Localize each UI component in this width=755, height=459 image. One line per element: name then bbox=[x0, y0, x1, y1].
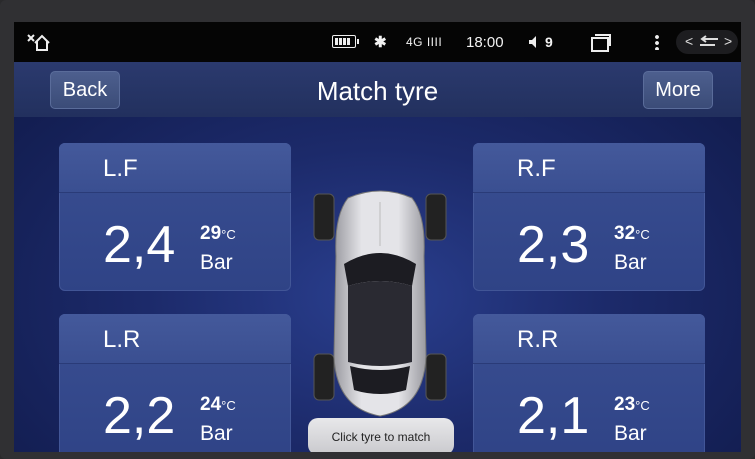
tyre-card-left-rear[interactable]: L.R 2,2 24°C Bar bbox=[59, 314, 291, 452]
tyre-card-right-rear[interactable]: R.R 2,1 23°C Bar bbox=[473, 314, 705, 452]
tyre-card-header bbox=[473, 314, 705, 364]
tyre-card-header bbox=[59, 143, 291, 193]
recent-apps-icon[interactable] bbox=[591, 34, 611, 52]
more-vert-icon[interactable] bbox=[655, 34, 659, 50]
title-bar: Back Match tyre More bbox=[14, 62, 741, 117]
tyre-pressure: 2,4 bbox=[103, 216, 176, 274]
tyre-card-left-front[interactable]: L.F 2,4 29°C Bar bbox=[59, 143, 291, 291]
car-rear-window bbox=[350, 366, 410, 394]
tyre-card-header bbox=[473, 143, 705, 193]
tyre-pressure: 2,2 bbox=[103, 387, 176, 445]
network-status: 4G IIII bbox=[406, 35, 443, 49]
click-tyre-to-match-button[interactable]: Click tyre to match bbox=[308, 418, 454, 452]
car-roof bbox=[348, 281, 412, 366]
tyre-temperature: 24°C bbox=[200, 394, 236, 415]
tyre-card-header bbox=[59, 314, 291, 364]
more-button[interactable]: More bbox=[643, 71, 713, 109]
device-frame: ✱ 4G IIII 18:00 9 < > Back Match tyre Mo… bbox=[0, 0, 755, 459]
page-title: Match tyre bbox=[316, 76, 439, 106]
home-close-icon[interactable] bbox=[26, 32, 50, 52]
tyre-front-left[interactable] bbox=[313, 193, 335, 241]
nav-pill: < > bbox=[676, 30, 738, 54]
car-top-view-image bbox=[313, 190, 447, 417]
pressure-unit: Bar bbox=[200, 422, 233, 445]
clock: 18:00 bbox=[466, 33, 504, 51]
battery-icon bbox=[332, 35, 359, 48]
nav-left-label[interactable]: < bbox=[685, 33, 693, 49]
volume-icon[interactable] bbox=[528, 22, 542, 62]
tyre-rear-left[interactable] bbox=[313, 353, 335, 401]
tyre-temperature: 23°C bbox=[614, 394, 650, 415]
return-icon[interactable] bbox=[698, 35, 720, 49]
tyre-card-right-front[interactable]: R.F 2,3 32°C Bar bbox=[473, 143, 705, 291]
tpms-app: Back Match tyre More L.F 2,4 29°C Bar R.… bbox=[14, 62, 741, 452]
tyre-position: R.R bbox=[517, 326, 559, 353]
pressure-unit: Bar bbox=[200, 251, 233, 274]
screen: ✱ 4G IIII 18:00 9 < > Back Match tyre Mo… bbox=[14, 22, 741, 452]
tyre-position: L.F bbox=[103, 155, 138, 182]
tyre-position: L.R bbox=[103, 326, 141, 353]
tyre-pressure: 2,3 bbox=[517, 216, 590, 274]
nav-right-label[interactable]: > bbox=[724, 33, 732, 49]
volume-level: 9 bbox=[545, 34, 553, 50]
tyre-temperature: 29°C bbox=[200, 223, 236, 244]
tyre-pressure: 2,1 bbox=[517, 387, 590, 445]
bluetooth-icon: ✱ bbox=[374, 34, 387, 51]
tyre-temperature: 32°C bbox=[614, 223, 650, 244]
tyre-position: R.F bbox=[517, 155, 556, 182]
tyre-front-right[interactable] bbox=[425, 193, 447, 241]
tyre-rear-right[interactable] bbox=[425, 353, 447, 401]
status-bar: ✱ 4G IIII 18:00 9 < > bbox=[14, 22, 741, 62]
pressure-unit: Bar bbox=[614, 422, 647, 445]
pressure-unit: Bar bbox=[614, 251, 647, 274]
